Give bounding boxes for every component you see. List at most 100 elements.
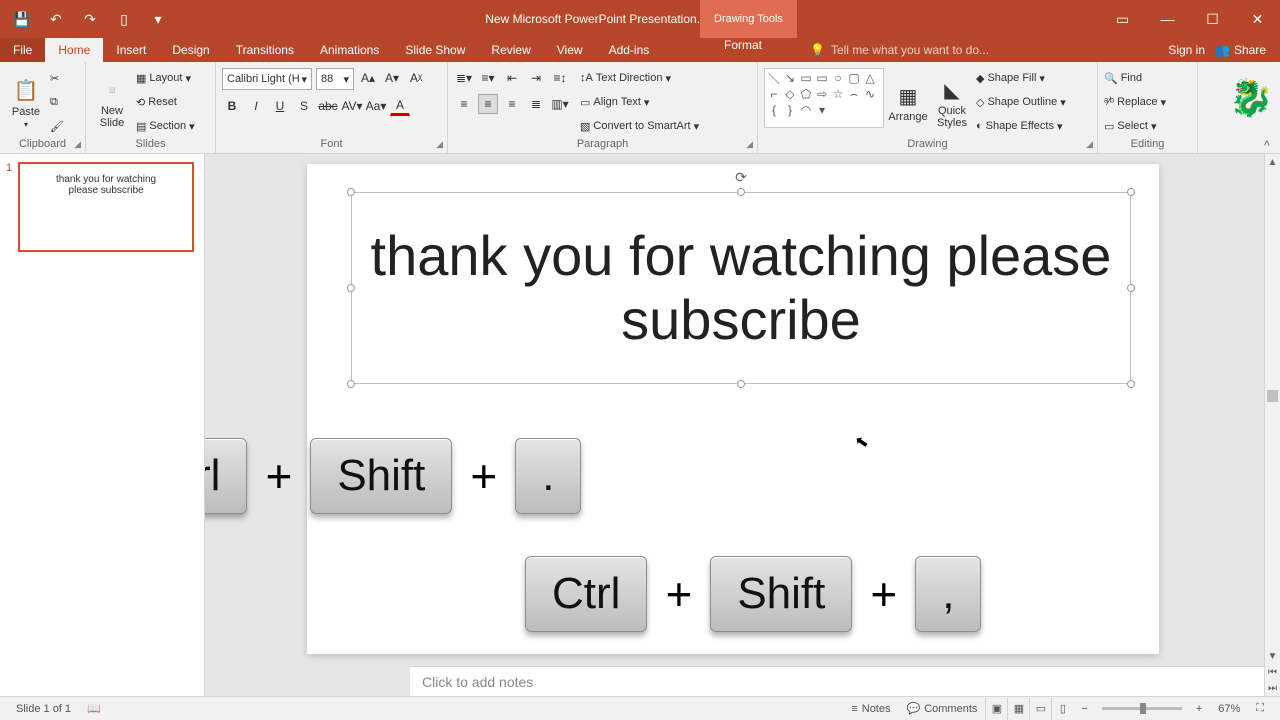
tab-animations[interactable]: Animations bbox=[307, 38, 392, 62]
tab-slideshow[interactable]: Slide Show bbox=[392, 38, 478, 62]
title-text-box[interactable]: ⟳ thank you for watching please subscrib… bbox=[351, 192, 1131, 384]
columns-button[interactable]: ▥▾ bbox=[550, 94, 570, 114]
sign-in-link[interactable]: Sign in bbox=[1168, 43, 1205, 57]
ribbon-display-options-icon[interactable]: ▭ bbox=[1100, 0, 1145, 38]
numbering-button[interactable]: ≡▾ bbox=[478, 68, 498, 88]
prev-slide-icon[interactable]: ⏮ bbox=[1265, 664, 1280, 680]
shapes-gallery[interactable]: ＼↘▭▭○▢ △⌐◇⬠⇨☆ ⌢∿{}◠▾ bbox=[764, 68, 884, 128]
strikethrough-button[interactable]: abc bbox=[318, 96, 338, 116]
resize-handle[interactable] bbox=[737, 380, 745, 388]
start-from-beginning-icon[interactable]: ▯ bbox=[114, 9, 134, 29]
line-spacing-icon[interactable]: ≡↕ bbox=[550, 68, 570, 88]
reading-view-icon[interactable]: ▭ bbox=[1029, 698, 1051, 720]
quick-styles-button[interactable]: ◣ Quick Styles bbox=[932, 68, 972, 138]
reset-button[interactable]: ⟲Reset bbox=[136, 92, 195, 112]
cut-button[interactable]: ✂ bbox=[50, 68, 64, 88]
new-slide-button[interactable]: ▫️ New Slide bbox=[92, 68, 132, 138]
italic-button[interactable]: I bbox=[246, 96, 266, 116]
slide-editor[interactable]: ⟳ thank you for watching please subscrib… bbox=[205, 154, 1280, 696]
font-size-combo[interactable]: 88▾ bbox=[316, 68, 354, 90]
tab-design[interactable]: Design bbox=[159, 38, 222, 62]
zoom-level[interactable]: 67% bbox=[1210, 703, 1248, 715]
paste-button[interactable]: 📋 Paste ▾ bbox=[6, 68, 46, 138]
char-spacing-button[interactable]: AV▾ bbox=[342, 96, 362, 116]
section-button[interactable]: ▤Section▾ bbox=[136, 116, 195, 136]
tab-transitions[interactable]: Transitions bbox=[223, 38, 307, 62]
tab-addins[interactable]: Add-ins bbox=[596, 38, 663, 62]
text-direction-button[interactable]: ↕AText Direction▾ bbox=[580, 68, 699, 88]
scroll-down-icon[interactable]: ▼ bbox=[1265, 648, 1280, 664]
undo-icon[interactable]: ↶ bbox=[46, 9, 66, 29]
save-icon[interactable]: 💾 bbox=[12, 9, 32, 29]
tab-review[interactable]: Review bbox=[478, 38, 543, 62]
justify-button[interactable]: ≣ bbox=[526, 94, 546, 114]
resize-handle[interactable] bbox=[737, 188, 745, 196]
slideshow-view-icon[interactable]: ▯ bbox=[1051, 698, 1073, 720]
scroll-up-icon[interactable]: ▲ bbox=[1265, 154, 1280, 170]
tab-home[interactable]: Home bbox=[45, 38, 103, 62]
select-button[interactable]: ▭Select▾ bbox=[1104, 116, 1166, 136]
title-text[interactable]: thank you for watching please subscribe bbox=[352, 193, 1130, 383]
slide-thumbnail[interactable]: thank you for watching please subscribe bbox=[18, 162, 194, 252]
shape-outline-button[interactable]: ◇Shape Outline▾ bbox=[976, 92, 1066, 112]
slide-indicator[interactable]: Slide 1 of 1 bbox=[8, 703, 79, 715]
slide-canvas[interactable]: ⟳ thank you for watching please subscrib… bbox=[307, 164, 1159, 654]
normal-view-icon[interactable]: ▣ bbox=[985, 698, 1007, 720]
tell-me-search[interactable]: 💡 Tell me what you want to do... bbox=[810, 38, 989, 62]
bullets-button[interactable]: ≣▾ bbox=[454, 68, 474, 88]
maximize-icon[interactable]: ☐ bbox=[1190, 0, 1235, 38]
collapse-ribbon-icon[interactable]: ˄ bbox=[1264, 138, 1270, 150]
rotate-handle-icon[interactable]: ⟳ bbox=[735, 169, 747, 186]
scroll-thumb[interactable] bbox=[1267, 390, 1278, 402]
tab-insert[interactable]: Insert bbox=[103, 38, 159, 62]
dialog-launcher-icon[interactable]: ◢ bbox=[74, 139, 81, 150]
format-painter-button[interactable]: 🖌 bbox=[50, 116, 64, 136]
zoom-slider-thumb[interactable] bbox=[1140, 703, 1146, 714]
align-text-button[interactable]: ▭Align Text▾ bbox=[580, 92, 699, 112]
zoom-out-button[interactable]: − bbox=[1073, 703, 1095, 715]
resize-handle[interactable] bbox=[347, 188, 355, 196]
increase-indent-icon[interactable]: ⇥ bbox=[526, 68, 546, 88]
change-case-button[interactable]: Aa▾ bbox=[366, 96, 386, 116]
convert-smartart-button[interactable]: ▧Convert to SmartArt▾ bbox=[580, 116, 699, 136]
spellcheck-icon[interactable]: 📖 bbox=[79, 702, 109, 715]
tab-format[interactable]: Format bbox=[700, 38, 786, 52]
tab-file[interactable]: File bbox=[0, 38, 45, 62]
copy-button[interactable]: ⧉ bbox=[50, 92, 64, 112]
shadow-button[interactable]: S bbox=[294, 96, 314, 116]
dialog-launcher-icon[interactable]: ◢ bbox=[1086, 139, 1093, 150]
share-button[interactable]: 👥 Share bbox=[1215, 43, 1266, 57]
next-slide-icon[interactable]: ⏭ bbox=[1265, 680, 1280, 696]
clear-formatting-icon[interactable]: Aᵡ bbox=[406, 68, 426, 88]
align-center-button[interactable]: ≡ bbox=[478, 94, 498, 114]
dialog-launcher-icon[interactable]: ◢ bbox=[746, 139, 753, 150]
minimize-icon[interactable]: — bbox=[1145, 0, 1190, 38]
align-right-button[interactable]: ≡ bbox=[502, 94, 522, 114]
tab-view[interactable]: View bbox=[544, 38, 596, 62]
zoom-in-button[interactable]: + bbox=[1188, 703, 1210, 715]
slide-sorter-icon[interactable]: ▦ bbox=[1007, 698, 1029, 720]
align-left-button[interactable]: ≡ bbox=[454, 94, 474, 114]
underline-button[interactable]: U bbox=[270, 96, 290, 116]
replace-button[interactable]: ᵃ⁄ᵇReplace▾ bbox=[1104, 92, 1166, 112]
font-color-button[interactable]: A bbox=[390, 96, 410, 116]
resize-handle[interactable] bbox=[1127, 188, 1135, 196]
bold-button[interactable]: B bbox=[222, 96, 242, 116]
arrange-button[interactable]: ▦ Arrange bbox=[888, 68, 928, 138]
notes-button[interactable]: ≡Notes bbox=[843, 703, 898, 715]
decrease-indent-icon[interactable]: ⇤ bbox=[502, 68, 522, 88]
increase-font-icon[interactable]: A▴ bbox=[358, 68, 378, 88]
resize-handle[interactable] bbox=[347, 284, 355, 292]
slide-thumbnail-panel[interactable]: 1 thank you for watching please subscrib… bbox=[0, 154, 205, 696]
dialog-launcher-icon[interactable]: ◢ bbox=[436, 139, 443, 150]
notes-pane[interactable]: Click to add notes bbox=[410, 666, 1264, 696]
decrease-font-icon[interactable]: A▾ bbox=[382, 68, 402, 88]
layout-button[interactable]: ▦Layout▾ bbox=[136, 68, 195, 88]
redo-icon[interactable]: ↷ bbox=[80, 9, 100, 29]
qat-more-icon[interactable]: ▾ bbox=[148, 9, 168, 29]
comments-button[interactable]: 💬Comments bbox=[899, 702, 986, 715]
resize-handle[interactable] bbox=[1127, 284, 1135, 292]
font-name-combo[interactable]: Calibri Light (H▾ bbox=[222, 68, 312, 90]
resize-handle[interactable] bbox=[1127, 380, 1135, 388]
shape-effects-button[interactable]: ◐Shape Effects▾ bbox=[976, 116, 1066, 136]
